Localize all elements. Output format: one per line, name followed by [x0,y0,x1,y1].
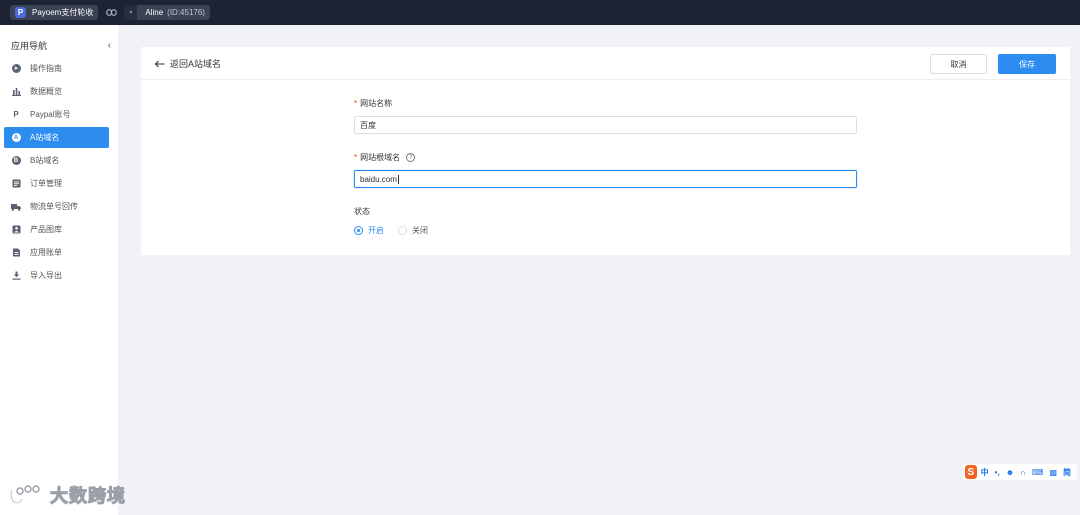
top-bar: P Payoem支付轮收 ▾ Aline (ID:45176) [0,0,1080,25]
bar-chart-icon [11,87,21,97]
emoji-icon[interactable]: ☻ [1006,468,1014,477]
image-library-icon [11,225,21,235]
radio-unchecked-icon [398,226,407,235]
edit-domain-card: 返回A站域名 取消 保存 * 网站名称 百度 * 网站根域名 ? baidu.c… [141,47,1070,255]
sidebar-item-paypal[interactable]: P Paypal账号 [4,104,109,125]
root-domain-label-text: 网站根域名 [360,153,401,162]
sidebar-item-label: 订单管理 [30,179,62,188]
ime-simplified[interactable]: 简 [1063,467,1071,478]
shirt-icon[interactable]: ▩ [1049,468,1057,477]
root-domain-label: * 网站根域名 ? [354,152,416,163]
arrow-left-icon [154,60,165,67]
radio-checked-icon [354,226,363,235]
sidebar-item-label: 应用账单 [30,248,62,257]
headset-icon[interactable]: ∩ [1020,468,1026,477]
sidebar-item-label: 产品图库 [30,225,62,234]
status-off-radio[interactable]: 关闭 [398,225,428,236]
back-label: 返回A站域名 [170,59,222,69]
truck-icon [11,202,21,212]
user-account-chip[interactable]: ▾ Aline (ID:45176) [124,5,210,20]
app-switcher[interactable]: P Payoem支付轮收 [10,5,99,20]
app-logo-icon: P [15,7,26,18]
required-mark: * [354,153,358,162]
sidebar-item-b-domain[interactable]: B B站域名 [4,150,109,171]
root-domain-input[interactable]: baidu.com [354,170,857,188]
sidebar-menu: ➤ 操作指南 数据概览 P Paypal账号 A A站域名 B B站域名 订单管… [4,58,109,288]
app-name: Payoem支付轮收 [32,8,94,17]
card-header: 返回A站域名 取消 保存 [141,47,1070,80]
user-id: (ID:45176) [167,8,205,17]
sidebar-item-import-export[interactable]: 导入导出 [4,265,109,286]
status-on-radio[interactable]: 开启 [354,225,384,236]
sidebar-item-label: A站域名 [30,133,60,142]
text-caret [397,174,399,184]
status-label-text: 状态 [354,207,370,216]
required-mark: * [354,99,358,108]
user-avatar: ▾ [124,5,138,20]
site-name-label: * 网站名称 [354,98,392,109]
watermark-text: 大数跨境 [50,486,126,508]
help-question-icon[interactable]: ? [406,153,416,162]
watermark: 大数跨境 [8,482,126,508]
back-link[interactable]: 返回A站域名 [154,57,221,70]
sidebar-header: 应用导航 ‹ [11,38,111,52]
sidebar-item-label: Paypal账号 [30,110,71,119]
letter-a-icon: A [11,133,21,143]
sidebar-item-label: B站域名 [30,156,60,165]
download-icon [11,271,21,281]
collapse-sidebar-icon[interactable]: ‹ [108,40,111,51]
user-name: Aline [145,8,164,17]
sidebar-item-label: 操作指南 [30,64,62,73]
site-name-value: 百度 [360,120,376,130]
sogou-logo-icon: S [965,465,977,479]
sidebar-item-guide[interactable]: ➤ 操作指南 [4,58,109,79]
paypal-icon: P [13,110,19,119]
root-domain-value: baidu.com [360,174,397,184]
letter-b-icon: B [11,156,21,166]
sidebar-item-a-domain[interactable]: A A站域名 [4,127,109,148]
sidebar-item-bills[interactable]: 应用账单 [4,242,109,263]
sidebar-item-logistics[interactable]: 物流单号回传 [4,196,109,217]
status-label: 状态 [354,206,370,217]
sidebar-title: 应用导航 [11,40,48,51]
sidebar: 应用导航 ‹ ➤ 操作指南 数据概览 P Paypal账号 A A站域名 B B… [0,25,118,515]
keyboard-icon[interactable]: ⌨ [1032,468,1044,477]
sidebar-item-overview[interactable]: 数据概览 [4,81,109,102]
status-off-label: 关闭 [412,226,428,235]
sidebar-item-orders[interactable]: 订单管理 [4,173,109,194]
ime-mode[interactable]: 中 [981,467,989,478]
sidebar-item-label: 导入导出 [30,271,62,280]
watermark-logo-icon [9,485,40,505]
site-name-input[interactable]: 百度 [354,116,857,134]
status-on-label: 开启 [368,226,384,235]
sidebar-item-label: 数据概览 [30,87,62,96]
cancel-button[interactable]: 取消 [930,54,987,74]
save-button[interactable]: 保存 [998,54,1056,74]
ime-punctuation[interactable]: •, [995,468,1000,477]
order-list-icon [11,179,21,189]
sidebar-item-gallery[interactable]: 产品图库 [4,219,109,240]
ime-toolbar[interactable]: S 中 •, ☻ ∩ ⌨ ▩ 简 [963,464,1077,480]
status-radio-group: 开启 关闭 [354,225,442,236]
bill-icon [11,248,21,258]
site-name-label-text: 网站名称 [360,99,393,108]
sidebar-item-label: 物流单号回传 [30,202,78,211]
compass-icon: ➤ [11,64,21,73]
link-icon [104,9,118,16]
